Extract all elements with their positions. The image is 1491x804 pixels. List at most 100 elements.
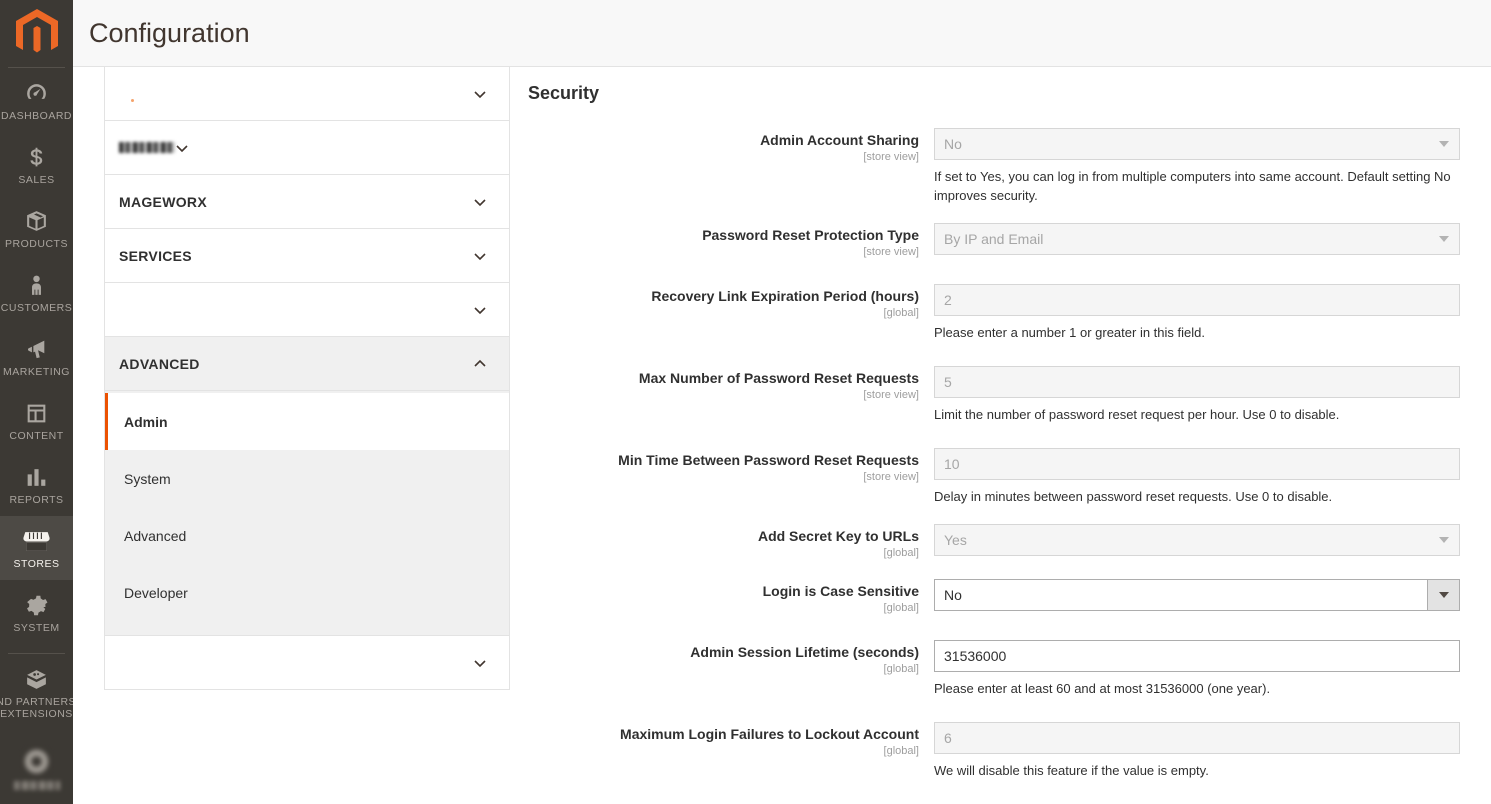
dropdown-arrow-icon[interactable] (1427, 580, 1459, 610)
field-control-block: 5 Limit the number of password reset requ… (934, 366, 1471, 424)
chevron-down-icon[interactable] (473, 249, 487, 263)
layout-page-icon (24, 400, 49, 426)
form-row: Maximum Login Failures to Lockout Accoun… (510, 722, 1471, 780)
chevron-down-icon (474, 252, 486, 260)
field-control-block: No (934, 579, 1471, 616)
field-label-block: Add Secret Key to URLs [global] (510, 524, 934, 561)
nav-item-find-partners-extensions[interactable]: FIND PARTNERS & EXTENSIONS (0, 654, 76, 730)
field-scope: [global] (883, 547, 919, 559)
box-icon (24, 208, 49, 234)
chevron-down-icon[interactable] (175, 141, 189, 155)
chevron-down-icon (176, 144, 188, 152)
chevron-down-icon[interactable] (473, 195, 487, 209)
field-value: By IP and Email (944, 231, 1044, 247)
field-scope: [global] (883, 745, 919, 757)
input-admin-session-lifetime-seconds[interactable]: 31536000 (934, 640, 1460, 672)
field-control-block: 2 Please enter a number 1 or greater in t… (934, 284, 1471, 342)
nav-item-products[interactable]: PRODUCTS (0, 196, 73, 260)
nav-item-sales[interactable]: SALES (0, 132, 73, 196)
tree-item-label: Admin (124, 413, 168, 430)
nav-item-marketing[interactable]: MARKETING (0, 324, 73, 388)
chevron-down-icon[interactable] (473, 87, 487, 101)
nav-item-label-blurred (13, 781, 60, 790)
form-row: Password Reset Protection Type [store vie… (510, 223, 1471, 260)
chevron-up-icon[interactable] (473, 357, 487, 371)
nav-item-customers[interactable]: CUSTOMERS (0, 260, 73, 324)
dropdown-arrow-icon[interactable] (1427, 525, 1459, 555)
form-row: Admin Account Sharing [store view] No If se… (510, 128, 1471, 205)
field-control-block: Yes (934, 524, 1471, 561)
field-scope: [store view] (863, 471, 919, 483)
select-add-secret-key-to-urls: Yes (934, 524, 1460, 556)
nav-item-system[interactable]: SYSTEM (0, 580, 73, 644)
field-label-block: Login is Case Sensitive [global] (510, 579, 934, 616)
form-row: Min Time Between Password Reset Requests… (510, 448, 1471, 506)
dropdown-arrow-icon[interactable] (1427, 129, 1459, 159)
tree-section: ADVANCED Admin System Advanced Developer (105, 336, 509, 635)
input-max-number-of-password-reset-requests: 5 (934, 366, 1460, 398)
field-label-block: Min Time Between Password Reset Requests… (510, 448, 934, 506)
nav-item-label: FIND PARTNERS & EXTENSIONS (0, 696, 77, 720)
nav-item-label: MARKETING (3, 366, 70, 378)
tree-section-header[interactable] (105, 67, 509, 120)
tree-section-header[interactable] (105, 283, 509, 336)
nav-item-label: DASHBOARD (1, 110, 73, 122)
field-control-block: 31536000 Please enter at least 60 and at … (934, 640, 1471, 698)
nav-item-label: REPORTS (9, 494, 64, 506)
chevron-down-icon[interactable] (473, 303, 487, 317)
field-label: Max Number of Password Reset Requests (638, 370, 919, 386)
tree-item-developer[interactable]: Developer (105, 564, 509, 621)
tree-item-admin[interactable]: Admin (105, 393, 509, 450)
nav-item-content[interactable]: CONTENT (0, 388, 73, 452)
field-note: If set to Yes, you can log in from multi… (934, 169, 1451, 203)
chevron-up-icon (474, 359, 486, 367)
tree-section-header[interactable] (105, 121, 509, 174)
nav-item-blurred[interactable] (0, 730, 73, 800)
field-label-block: Admin Session Lifetime (seconds) [global] (510, 640, 934, 698)
dashboard-gauge-icon (24, 80, 49, 106)
field-value: 10 (944, 456, 960, 472)
tree-section-header[interactable]: MAGEWORX (105, 175, 509, 228)
tree-section-label: MAGEWORX (119, 193, 207, 210)
field-value: 6 (944, 730, 952, 746)
nav-item-reports[interactable]: REPORTS (0, 452, 73, 516)
field-note: Limit the number of password reset reque… (934, 407, 1340, 422)
field-label-block: Recovery Link Expiration Period (hours) [… (510, 284, 934, 342)
nav-item-stores[interactable]: STORES (0, 516, 73, 580)
field-value: 5 (944, 374, 952, 390)
nav-item-dashboard[interactable]: DASHBOARD (0, 68, 73, 132)
nav-item-label: CUSTOMERS (0, 302, 73, 314)
magento-logo[interactable] (0, 0, 73, 67)
field-scope: [global] (883, 307, 919, 319)
chevron-down-icon (474, 306, 486, 314)
field-value: Yes (944, 532, 967, 548)
tree-item-system[interactable]: System (105, 450, 509, 507)
gear-icon (24, 592, 49, 618)
tree-section-header[interactable] (105, 636, 509, 689)
form-row: Admin Session Lifetime (seconds) [global]… (510, 640, 1471, 698)
admin-sidebar: DASHBOARD SALES PRODUCTS CUSTOMERS MARKETING… (0, 0, 76, 804)
orange-dot-marker (131, 99, 134, 102)
tree-item-advanced[interactable]: Advanced (105, 507, 509, 564)
field-label-block: Admin Account Sharing [store view] (510, 128, 934, 205)
person-icon (24, 272, 49, 298)
megaphone-icon (24, 336, 49, 362)
tree-section-header[interactable]: SERVICES (105, 229, 509, 282)
tree-item-label: System (124, 470, 171, 487)
select-login-is-case-sensitive[interactable]: No (934, 579, 1460, 611)
field-label: Login is Case Sensitive (762, 583, 919, 599)
config-tree-column: MAGEWORX SERVICES ADVANCED Admin System Advan… (73, 67, 510, 804)
dropdown-arrow-icon[interactable] (1427, 224, 1459, 254)
form-row: Login is Case Sensitive [global] No (510, 579, 1471, 616)
tree-section-header[interactable]: ADVANCED (105, 337, 509, 390)
blurred-icon (23, 748, 50, 774)
field-scope: [global] (883, 602, 919, 614)
nav-item-label: SYSTEM (13, 622, 60, 634)
field-scope: [store view] (863, 389, 919, 401)
storefront-icon (23, 528, 50, 554)
chevron-down-icon[interactable] (473, 656, 487, 670)
field-value: No (944, 587, 962, 603)
tree-section (105, 635, 509, 689)
tree-section: SERVICES (105, 228, 509, 282)
tree-section-label: SERVICES (119, 247, 192, 264)
